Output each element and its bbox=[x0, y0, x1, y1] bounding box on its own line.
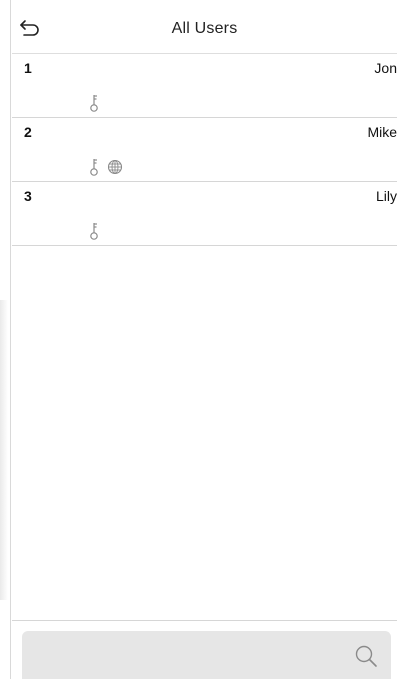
all-users-screen: All Users 1 Jon 2 Mike 3 Lily bbox=[0, 0, 397, 679]
user-row[interactable]: 2 Mike bbox=[12, 118, 397, 182]
user-name: Mike bbox=[367, 124, 397, 140]
face-icon bbox=[107, 159, 123, 175]
user-row[interactable]: 1 Jon bbox=[12, 54, 397, 118]
device-edge bbox=[0, 0, 11, 679]
password-key-icon bbox=[90, 223, 98, 240]
user-name: Jon bbox=[374, 60, 397, 76]
password-key-icon bbox=[90, 159, 98, 176]
page-title: All Users bbox=[171, 20, 238, 37]
user-id: 3 bbox=[24, 188, 32, 204]
user-name: Lily bbox=[375, 188, 397, 204]
search-divider bbox=[12, 620, 397, 621]
user-row[interactable]: 3 Lily bbox=[12, 182, 397, 246]
user-id: 1 bbox=[24, 60, 32, 76]
user-id: 2 bbox=[24, 124, 32, 140]
verify-icons bbox=[87, 158, 123, 176]
search-icon[interactable] bbox=[353, 643, 379, 669]
header-bar: All Users bbox=[12, 14, 397, 54]
verify-icons bbox=[87, 222, 101, 240]
password-key-icon bbox=[90, 95, 98, 112]
search-bar[interactable] bbox=[22, 631, 391, 679]
verify-icons bbox=[87, 94, 101, 112]
user-list: 1 Jon 2 Mike 3 Lily bbox=[12, 54, 397, 246]
